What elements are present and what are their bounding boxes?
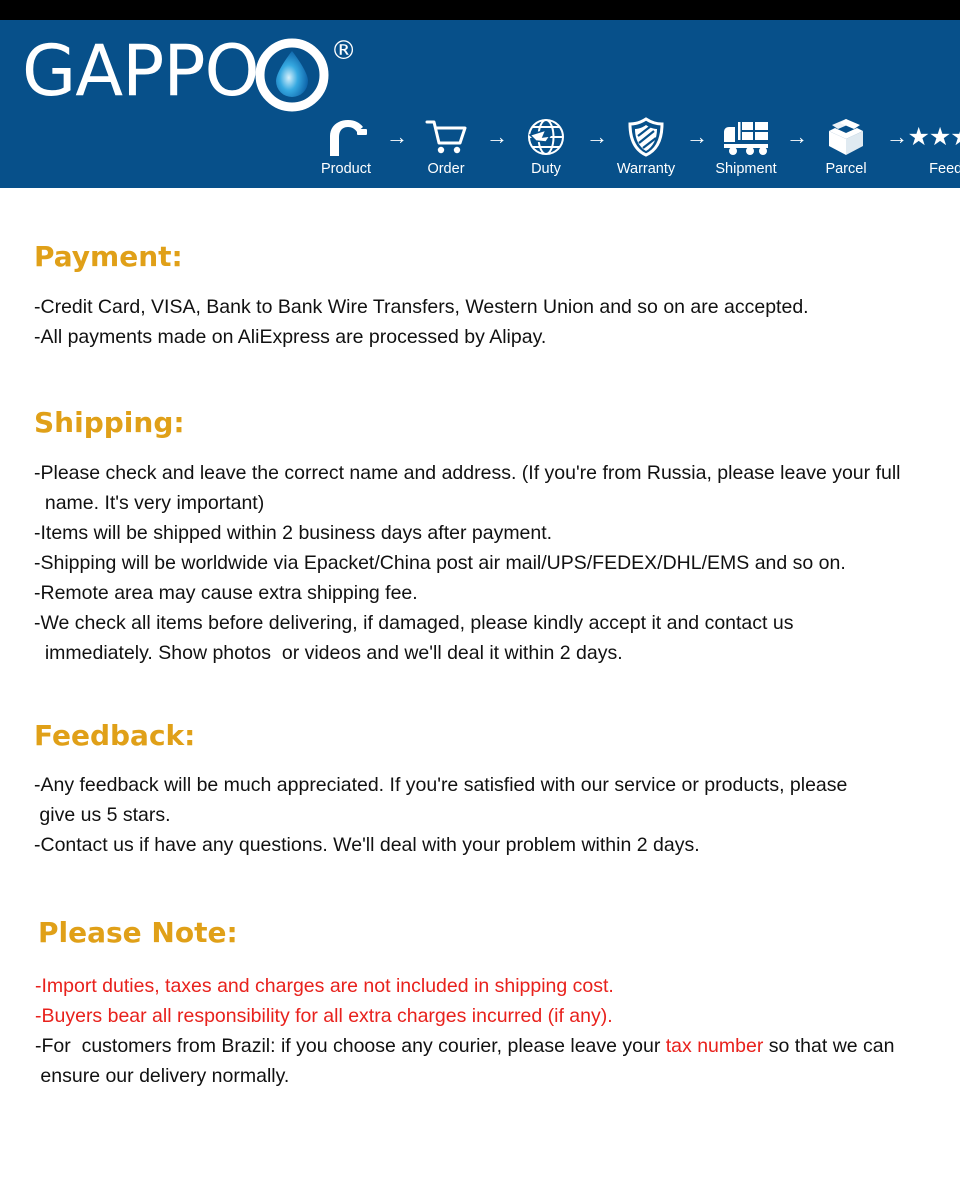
section-title-payment: Payment: bbox=[34, 240, 183, 273]
tax-number-highlight: tax number bbox=[665, 1035, 764, 1058]
process-step-label: Duty bbox=[531, 161, 561, 177]
section-shipping: Shipping: -Please check and leave the co… bbox=[34, 352, 940, 668]
section-feedback: Feedback: -Any feedback will be much app… bbox=[34, 668, 940, 861]
arrow-icon: → bbox=[586, 124, 608, 149]
top-black-bar bbox=[0, 0, 960, 20]
policy-content: Payment: -Credit Card, VISA, Bank to Ban… bbox=[0, 188, 960, 1091]
shipping-line: -Remote area may cause extra shipping fe… bbox=[34, 581, 418, 604]
section-title-please-note: Please Note: bbox=[38, 916, 238, 950]
registered-trademark-icon: ® bbox=[330, 36, 357, 66]
process-step-parcel: Parcel bbox=[806, 116, 886, 177]
process-step-label: Warranty bbox=[616, 161, 676, 177]
feedback-line: -Contact us if have any questions. We'll… bbox=[34, 834, 700, 857]
arrow-icon: → bbox=[486, 124, 508, 149]
arrow-icon: → bbox=[686, 124, 708, 149]
shipping-line: -Shipping will be worldwide via Epacket/… bbox=[34, 551, 846, 574]
please-note-brazil-line: -For customers from Brazil: if you choos… bbox=[35, 1031, 940, 1091]
arrow-icon: → bbox=[886, 124, 908, 149]
process-step-shipment: Shipment bbox=[706, 116, 786, 177]
process-step-warranty: Warranty bbox=[606, 116, 686, 177]
open-box-icon bbox=[824, 116, 868, 158]
process-step-feedback: ★★★★★ Feedback bbox=[906, 116, 960, 177]
process-step-label: Parcel bbox=[825, 161, 867, 177]
section-payment: Payment: -Credit Card, VISA, Bank to Ban… bbox=[34, 188, 940, 352]
faucet-icon bbox=[324, 116, 368, 158]
please-note-lines: -Import duties, taxes and charges are no… bbox=[35, 971, 940, 1091]
brand-name: GAPPO bbox=[22, 30, 260, 112]
feedback-line: -Any feedback will be much appreciated. … bbox=[34, 774, 848, 827]
process-step-duty: Duty bbox=[506, 116, 586, 177]
water-drop-icon bbox=[255, 38, 329, 112]
section-title-shipping: Shipping: bbox=[34, 405, 185, 439]
process-step-label: Order bbox=[427, 161, 465, 177]
section-title-feedback: Feedback: bbox=[34, 718, 196, 752]
process-step-order: Order bbox=[406, 116, 486, 177]
payment-line: -All payments made on AliExpress are pro… bbox=[34, 325, 547, 348]
arrow-icon: → bbox=[386, 124, 408, 149]
process-step-label: Shipment bbox=[715, 161, 777, 177]
brand-logo: GAPPO ® bbox=[22, 36, 357, 112]
please-note-line: -Import duties, taxes and charges are no… bbox=[35, 975, 614, 998]
process-step-product: Product bbox=[306, 116, 386, 177]
shipping-lines: -Please check and leave the correct name… bbox=[34, 458, 940, 668]
process-step-label: Product bbox=[321, 161, 371, 177]
order-process-strip: Product → Order → Duty → Warranty → Ship… bbox=[306, 116, 960, 177]
arrow-icon: → bbox=[786, 124, 808, 149]
payment-line: -Credit Card, VISA, Bank to Bank Wire Tr… bbox=[34, 295, 809, 318]
please-note-line: -Buyers bear all responsibility for all … bbox=[35, 1005, 613, 1028]
shipping-line: -Items will be shipped within 2 business… bbox=[34, 521, 553, 544]
process-step-label: Feedback bbox=[929, 161, 960, 177]
payment-lines: -Credit Card, VISA, Bank to Bank Wire Tr… bbox=[34, 292, 940, 352]
globe-airplane-icon bbox=[526, 116, 566, 158]
brand-banner: GAPPO ® Product → Order → Duty → Warrant… bbox=[0, 20, 960, 188]
shipping-line: -We check all items before delivering, i… bbox=[34, 611, 794, 664]
section-please-note: Please Note: -Import duties, taxes and c… bbox=[34, 860, 940, 1091]
shopping-cart-icon bbox=[424, 116, 468, 158]
brazil-text-before: -For customers from Brazil: if you choos… bbox=[35, 1035, 666, 1058]
shipping-line: -Please check and leave the correct name… bbox=[34, 461, 901, 514]
delivery-truck-icon bbox=[722, 116, 770, 158]
shield-icon bbox=[627, 116, 665, 158]
five-stars-icon: ★★★★★ bbox=[907, 123, 960, 151]
feedback-lines: -Any feedback will be much appreciated. … bbox=[34, 770, 940, 860]
